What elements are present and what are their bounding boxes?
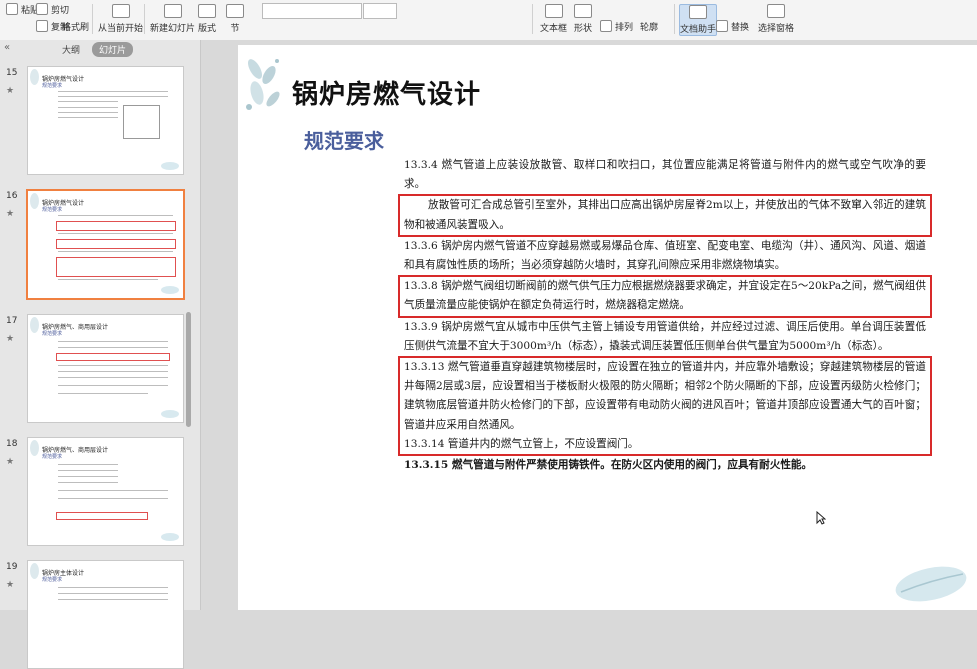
slide-thumbnail[interactable]: 锅炉房燃气、商用层设计 规范要求 xyxy=(27,437,184,546)
outline-button[interactable]: 轮廓 xyxy=(640,19,658,33)
leaf-decoration xyxy=(161,286,179,294)
animation-star-icon: ★ xyxy=(6,580,15,590)
slide-canvas: 锅炉房燃气设计 规范要求 13.3.4 燃气管道上应装设放散管、取样口和吹扫口，… xyxy=(201,40,977,610)
red-highlight-box xyxy=(56,221,176,231)
layout-button[interactable]: 版式 xyxy=(198,4,216,34)
divider xyxy=(532,4,533,34)
highlighted-clause-13-3-8: 13.3.8 锅炉燃气阀组切断阀前的燃气供气压力应根据燃烧器要求确定，并宜设定在… xyxy=(398,275,932,318)
new-slide-button[interactable]: 新建幻灯片 xyxy=(150,4,195,34)
highlighted-clause-13-3-13-14: 13.3.13 燃气管道垂直穿越建筑物楼层时，应设置在独立的管道井内，并应靠外墙… xyxy=(398,356,932,457)
scissors-icon xyxy=(36,3,48,15)
replace-button[interactable]: 替换 xyxy=(716,19,749,33)
leaf-decoration xyxy=(30,440,39,456)
leaf-decoration xyxy=(246,59,280,110)
shape-icon xyxy=(574,4,592,18)
slide-title: 锅炉房燃气设计 xyxy=(292,80,482,110)
slide-number: 17 xyxy=(6,316,18,326)
leaf-decoration xyxy=(161,533,179,541)
section-button[interactable]: 节 xyxy=(226,4,244,34)
leaf-decoration xyxy=(895,566,967,602)
red-highlight-box xyxy=(56,512,148,520)
slide-thumbnail[interactable]: 锅炉房燃气设计 规范要求 xyxy=(27,66,184,175)
arrange-icon xyxy=(600,20,612,32)
animation-star-icon: ★ xyxy=(6,209,15,219)
paste-button[interactable]: 粘贴 xyxy=(6,2,39,16)
highlighted-clause-vent: 放散管可汇合成总管引至室外，其排出口应高出锅炉房屋脊2m以上，并使放出的气体不致… xyxy=(398,194,932,237)
selection-icon xyxy=(767,4,785,18)
slide-number: 15 xyxy=(6,68,18,78)
leaf-decoration xyxy=(30,317,39,333)
clause-13-3-14: 13.3.14 管道井内的燃气立管上，不应设置阀门。 xyxy=(404,437,639,450)
font-size-select[interactable] xyxy=(363,3,397,19)
replace-icon xyxy=(716,20,728,32)
leaf-decoration xyxy=(30,193,39,209)
section-icon xyxy=(226,4,244,18)
red-highlight-box xyxy=(56,239,176,249)
animation-star-icon: ★ xyxy=(6,86,15,96)
divider xyxy=(92,4,93,34)
clause-13-3-15: 13.3.15 燃气管道与附件严禁使用铸铁件。在防火区内使用的阀门，应具有耐火性… xyxy=(404,459,813,472)
collapse-pane-icon[interactable]: « xyxy=(4,42,10,53)
leaf-decoration xyxy=(161,410,179,418)
leaf-decoration xyxy=(30,563,39,579)
current-slide[interactable]: 锅炉房燃气设计 规范要求 13.3.4 燃气管道上应装设放散管、取样口和吹扫口，… xyxy=(238,45,977,610)
textbox-icon xyxy=(544,4,563,18)
pane-tabs: « 大纲 幻灯片 xyxy=(0,40,200,60)
slide-number: 16 xyxy=(6,191,18,201)
clause-13-3-13: 13.3.13 燃气管道垂直穿越建筑物楼层时，应设置在独立的管道井内，并应靠外墙… xyxy=(404,361,926,431)
selection-pane-button[interactable]: 选择窗格 xyxy=(758,4,794,34)
tab-slides[interactable]: 幻灯片 xyxy=(92,42,134,57)
layout-icon xyxy=(198,4,216,18)
slide-body-text[interactable]: 13.3.4 燃气管道上应装设放散管、取样口和吹扫口，其位置应能满足将管道与附件… xyxy=(398,156,932,475)
slide-number: 19 xyxy=(6,562,18,572)
thumbnail-scrollbar[interactable] xyxy=(186,312,191,427)
tab-outline[interactable]: 大纲 xyxy=(62,43,80,56)
play-icon xyxy=(111,4,130,18)
clause-13-3-6: 13.3.6 锅炉房内燃气管道不应穿越易燃或易爆品仓库、值班室、配变电室、电缆沟… xyxy=(404,239,926,272)
assistant-icon xyxy=(689,5,707,19)
animation-star-icon: ★ xyxy=(6,334,15,344)
slide-subtitle: 规范要求 xyxy=(304,129,384,153)
arrange-button[interactable]: 排列 xyxy=(600,19,633,33)
shape-button[interactable]: 形状 xyxy=(574,4,592,34)
format-painter-button[interactable]: 格式刷 xyxy=(62,19,89,33)
slide-thumbnail[interactable]: 锅炉房主体设计 规范要求 xyxy=(27,560,184,669)
textbox-button[interactable]: 文本框 xyxy=(540,4,567,34)
clause-13-3-4: 13.3.4 燃气管道上应装设放散管、取样口和吹扫口，其位置应能满足将管道与附件… xyxy=(404,159,926,191)
cut-button[interactable]: 剪切 xyxy=(36,2,69,16)
font-name-select[interactable] xyxy=(262,3,362,19)
animation-star-icon: ★ xyxy=(6,457,15,467)
slide-thumbnail[interactable]: 锅炉房燃气设计 规范要求 xyxy=(26,189,185,300)
mouse-cursor-icon xyxy=(816,511,826,525)
from-current-button[interactable]: 从当前开始 xyxy=(98,4,143,34)
leaf-decoration xyxy=(30,69,39,85)
diagram-figure xyxy=(123,105,160,139)
paste-icon xyxy=(6,3,18,15)
red-highlight-box xyxy=(56,353,170,361)
slide-thumbnail[interactable]: 锅炉房燃气、商用层设计 规范要求 xyxy=(27,314,184,423)
slide-number: 18 xyxy=(6,439,18,449)
red-highlight-box xyxy=(56,257,176,277)
document-assistant-button[interactable]: 文档助手 xyxy=(679,4,718,36)
divider xyxy=(144,4,145,34)
ribbon-toolbar: 粘贴 剪切 复制 格式刷 从当前开始 新建幻灯片 版式 节 文本框 形状 排列 … xyxy=(0,0,977,41)
copy-icon xyxy=(36,20,48,32)
divider xyxy=(674,4,675,34)
slide-thumbnail-pane: « 大纲 幻灯片 15 ★ 锅炉房燃气设计 规范要求 16 ★ 锅炉房燃气设计 … xyxy=(0,40,201,669)
leaf-decoration xyxy=(161,162,179,170)
clause-13-3-9: 13.3.9 锅炉房燃气宜从城市中压供气主管上铺设专用管道供给，并应经过过滤、调… xyxy=(404,320,926,352)
new-slide-icon xyxy=(163,4,182,18)
